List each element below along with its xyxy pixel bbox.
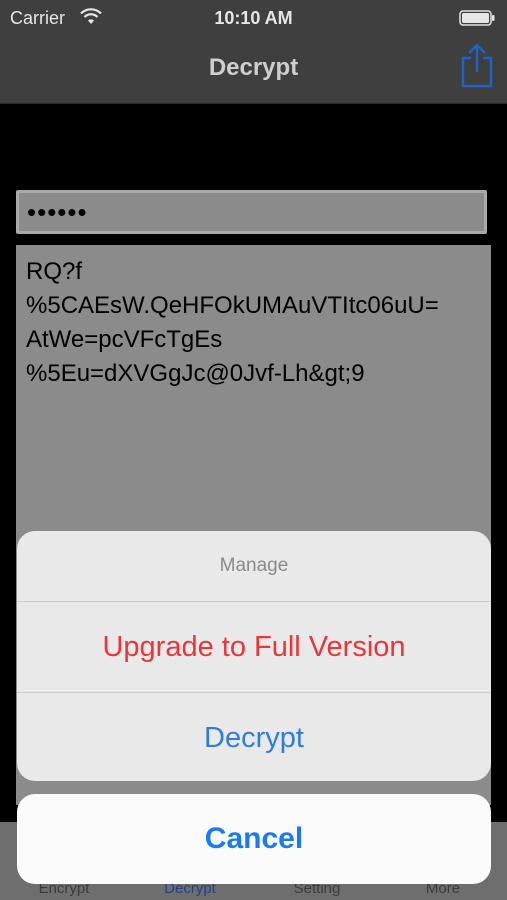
status-time: 10:10 AM xyxy=(214,8,293,28)
action-sheet-title: Manage xyxy=(17,531,491,602)
top-bar: Carrier 10:10 AM Decrypt xyxy=(0,0,507,104)
nav-title: Decrypt xyxy=(208,54,299,81)
share-icon xyxy=(461,43,493,88)
battery-icon xyxy=(459,10,495,26)
cancel-button[interactable]: Cancel xyxy=(17,794,491,884)
app-screen: Carrier 10:10 AM Decrypt •••••• RQ?f %5C… xyxy=(0,0,507,900)
decrypt-button[interactable]: Decrypt xyxy=(17,693,491,781)
action-sheet: Manage Upgrade to Full Version Decrypt xyxy=(17,531,491,781)
upgrade-button[interactable]: Upgrade to Full Version xyxy=(17,602,491,693)
share-button[interactable] xyxy=(457,42,497,88)
